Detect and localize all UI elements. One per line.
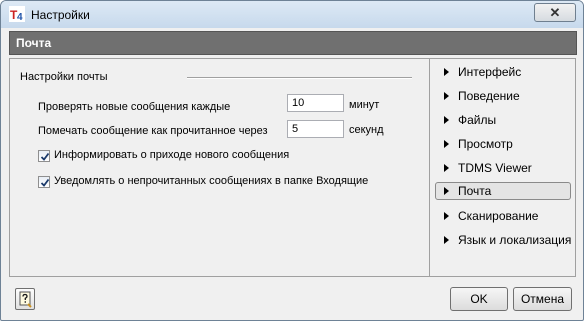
nav-item-files[interactable]: Файлы xyxy=(435,111,571,129)
ok-button[interactable]: OK xyxy=(450,287,508,311)
checkmark-icon xyxy=(40,178,50,187)
help-button[interactable] xyxy=(15,288,35,310)
nav-item-label: Язык и локализация xyxy=(458,233,572,247)
triangle-right-icon xyxy=(444,236,449,244)
triangle-right-icon xyxy=(444,116,449,124)
checkmark-icon xyxy=(40,152,50,161)
group-divider xyxy=(187,77,412,79)
mark-read-field[interactable] xyxy=(287,120,344,138)
mark-read-label: Помечать сообщение как прочитанное через xyxy=(38,125,268,137)
title-bar: T 4 Настройки ✕ xyxy=(1,1,583,28)
nav-item-mail[interactable]: Почта xyxy=(435,182,571,200)
nav-item-interface[interactable]: Интерфейс xyxy=(435,63,571,81)
close-icon: ✕ xyxy=(549,5,561,20)
settings-window: T 4 Настройки ✕ Почта Настройки почты Пр… xyxy=(0,0,584,321)
nav-item-label: Интерфейс xyxy=(458,65,522,79)
nav-item-scanning[interactable]: Сканирование xyxy=(435,207,571,225)
tdms-app-icon: T 4 xyxy=(9,6,25,23)
notify-new-checkbox[interactable] xyxy=(38,150,50,162)
section-title: Почта xyxy=(16,36,52,50)
notify-unread-label: Уведомлять о непрочитанных сообщениях в … xyxy=(54,175,369,187)
triangle-right-icon xyxy=(444,164,449,172)
nav-item-label: Почта xyxy=(458,184,492,198)
triangle-right-icon xyxy=(444,92,449,100)
nav-item-label: Сканирование xyxy=(458,209,539,223)
triangle-right-icon xyxy=(444,140,449,148)
close-button[interactable]: ✕ xyxy=(534,3,576,22)
nav-item-view[interactable]: Просмотр xyxy=(435,135,571,153)
nav-item-label: TDMS Viewer xyxy=(458,161,532,175)
window-title: Настройки xyxy=(31,8,90,22)
nav-item-label: Просмотр xyxy=(458,137,513,151)
svg-text:4: 4 xyxy=(17,12,23,22)
section-header: Почта xyxy=(9,31,577,55)
nav-item-language[interactable]: Язык и локализация xyxy=(435,231,571,249)
settings-nav: Интерфейс Поведение Файлы Просмотр TDMS … xyxy=(430,58,576,277)
triangle-right-icon xyxy=(444,68,449,76)
check-interval-label: Проверять новые сообщения каждые xyxy=(38,101,231,113)
triangle-right-icon xyxy=(444,212,449,220)
help-icon xyxy=(19,291,32,308)
nav-item-tdms-viewer[interactable]: TDMS Viewer xyxy=(435,159,571,177)
mark-read-unit: секунд xyxy=(349,124,384,136)
cancel-button[interactable]: Отмена xyxy=(513,287,572,311)
group-title: Настройки почты xyxy=(20,71,108,83)
nav-item-label: Поведение xyxy=(458,89,520,103)
notify-new-label: Информировать о приходе нового сообщения xyxy=(54,149,290,161)
triangle-right-icon xyxy=(444,187,449,195)
check-interval-field[interactable] xyxy=(287,94,344,112)
nav-item-label: Файлы xyxy=(458,113,497,127)
check-interval-unit: минут xyxy=(349,99,380,111)
notify-unread-checkbox[interactable] xyxy=(38,176,50,188)
mail-settings-panel: Настройки почты Проверять новые сообщени… xyxy=(9,58,430,277)
nav-item-behavior[interactable]: Поведение xyxy=(435,87,571,105)
